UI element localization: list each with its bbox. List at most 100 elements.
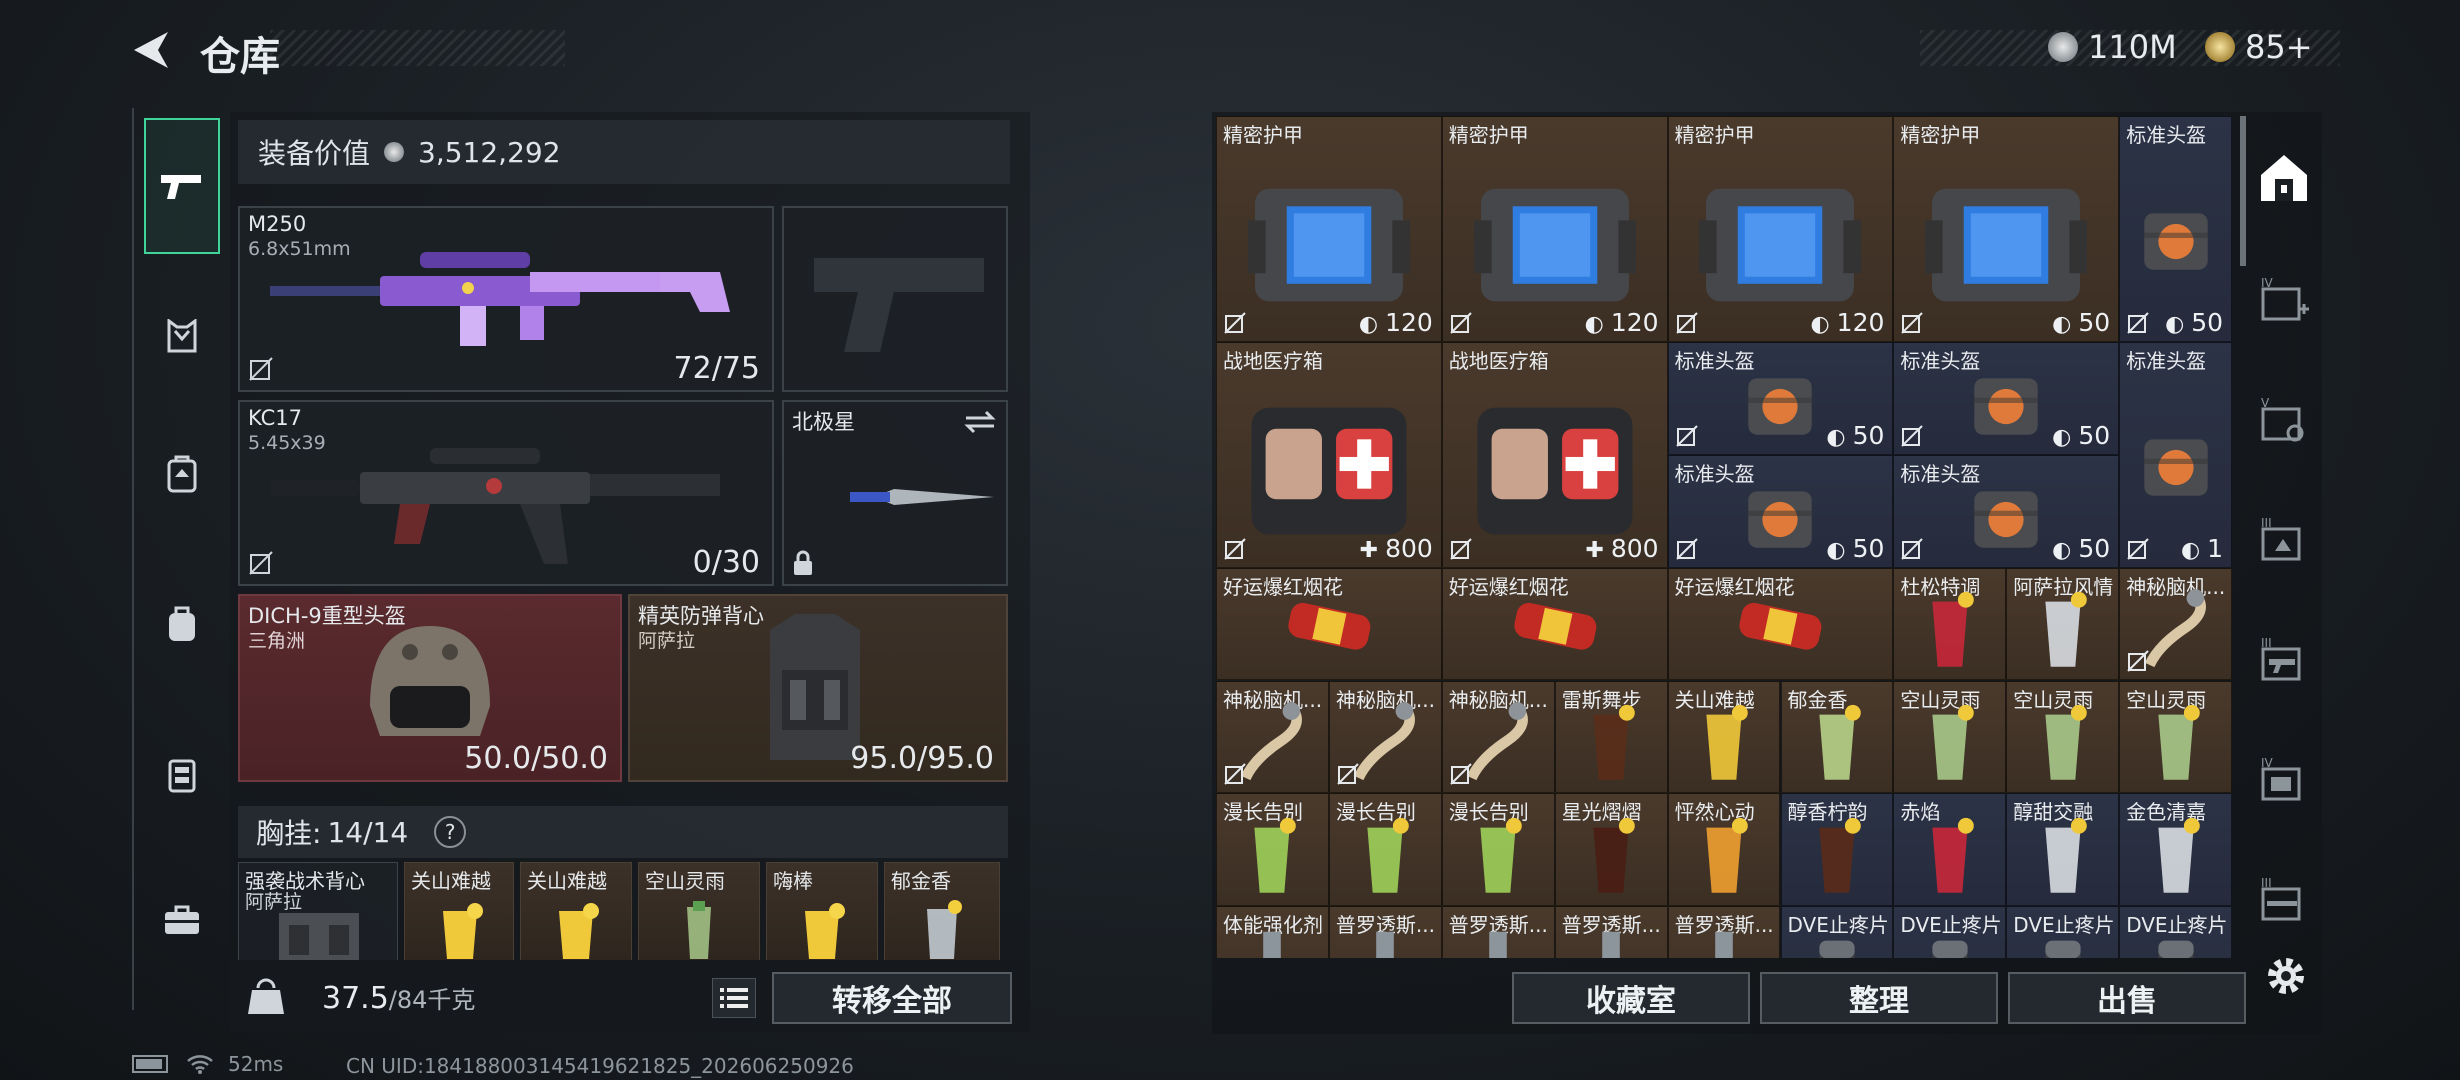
tab-stash-4[interactable]: III bbox=[2254, 510, 2314, 570]
stash-item[interactable]: 醇香柠韵 bbox=[1780, 793, 1894, 907]
shield-icon: ◐ bbox=[1358, 311, 1386, 337]
stash-item[interactable]: 标准头盔 ◐ 50 bbox=[1667, 341, 1894, 455]
stash-item[interactable]: DVE止疼片 bbox=[2119, 906, 2233, 958]
tab-stash-2[interactable]: IV bbox=[2254, 270, 2314, 330]
stash-item[interactable]: 金色清嘉 bbox=[2119, 793, 2233, 907]
tab-vest[interactable] bbox=[144, 298, 220, 374]
tab-toolbox[interactable] bbox=[144, 882, 220, 958]
chest-item[interactable]: 嗨棒 bbox=[766, 862, 878, 962]
stash-item[interactable]: 空山灵雨 bbox=[2119, 680, 2233, 794]
tab-stash-7[interactable]: III bbox=[2254, 870, 2314, 930]
stash-item[interactable]: 神秘脑机... bbox=[1216, 680, 1329, 794]
tab-all-stash[interactable] bbox=[2254, 148, 2314, 208]
primary-weapon-slot[interactable]: M250 6.8x51mm 72/75 bbox=[238, 206, 774, 392]
list-view-button[interactable] bbox=[712, 978, 756, 1018]
stash-tabs: IV V III III IV III bbox=[2246, 120, 2322, 990]
stash-item[interactable]: 赤焰 bbox=[1893, 793, 2007, 907]
stash-item[interactable]: 好运爆红烟花 bbox=[1441, 567, 1668, 681]
stash-item[interactable]: 体能强化剂 bbox=[1216, 906, 1329, 958]
chest-item[interactable]: 空山灵雨 bbox=[638, 862, 760, 962]
gold-amount: 85+ bbox=[2245, 28, 2313, 66]
stash-item[interactable]: 怦然心动 bbox=[1667, 793, 1781, 907]
stash-item[interactable]: 漫长告别 bbox=[1216, 793, 1329, 907]
drink-icon bbox=[1819, 705, 1861, 781]
chest-item[interactable]: 关山难越 bbox=[520, 862, 632, 962]
stash-item[interactable]: 好运爆红烟花 bbox=[1216, 567, 1442, 681]
sell-button[interactable]: 出售 bbox=[2008, 972, 2246, 1024]
stash-item[interactable]: 关山难越 bbox=[1667, 680, 1781, 794]
stash-item[interactable]: 战地医疗箱 ✚ 800 bbox=[1441, 341, 1668, 568]
tab-case[interactable] bbox=[144, 736, 220, 812]
tab-backpack[interactable] bbox=[144, 436, 220, 512]
stash-item[interactable]: 神秘脑机... bbox=[2119, 567, 2233, 681]
stash-item[interactable]: 漫长告别 bbox=[1328, 793, 1442, 907]
stash-item[interactable]: 阿萨拉风情 bbox=[2006, 567, 2120, 681]
gear-icon[interactable] bbox=[2262, 952, 2310, 1000]
tab-stash-3[interactable]: V bbox=[2254, 390, 2314, 450]
plus-icon: ✚ bbox=[1359, 537, 1386, 563]
stash-item[interactable]: 普罗透斯... bbox=[1667, 906, 1781, 958]
transfer-all-button[interactable]: 转移全部 bbox=[772, 972, 1012, 1024]
pistol-slot[interactable] bbox=[782, 206, 1008, 392]
stash-item[interactable]: 普罗透斯... bbox=[1554, 906, 1668, 958]
stash-item[interactable]: 标准头盔 ◐ 50 bbox=[1893, 341, 2120, 455]
tab-weapons[interactable] bbox=[144, 118, 220, 254]
stash-item[interactable]: DVE止疼片 bbox=[1893, 906, 2007, 958]
stash-item[interactable]: 神秘脑机... bbox=[1328, 680, 1442, 794]
stash-item[interactable]: 标准头盔 ◐ 1 bbox=[2119, 341, 2233, 568]
stash-item[interactable]: 战地医疗箱 ✚ 800 bbox=[1216, 341, 1442, 568]
back-arrow-icon[interactable] bbox=[128, 28, 176, 72]
drink-icon bbox=[1367, 818, 1410, 894]
stash-item[interactable]: 空山灵雨 bbox=[1893, 680, 2007, 794]
stash-item[interactable]: 标准头盔 ◐ 50 bbox=[2119, 116, 2233, 342]
plus-icon: ✚ bbox=[1585, 537, 1611, 563]
stash-item[interactable]: 标准头盔 ◐ 50 bbox=[1893, 454, 2120, 568]
drink-icon bbox=[1706, 818, 1748, 894]
collection-room-button[interactable]: 收藏室 bbox=[1512, 972, 1750, 1024]
chest-item[interactable]: 关山难越 bbox=[404, 862, 514, 962]
melee-slot[interactable]: 北极星 bbox=[782, 400, 1008, 586]
stash-item[interactable]: 精密护甲 ◐ 120 bbox=[1441, 116, 1668, 342]
stash-item[interactable]: 精密护甲 ◐ 50 bbox=[1893, 116, 2120, 342]
stash-item[interactable]: 神秘脑机... bbox=[1441, 680, 1555, 794]
tab-stash-6[interactable]: IV bbox=[2254, 750, 2314, 810]
stash-item[interactable]: 星光熠熠 bbox=[1554, 793, 1668, 907]
pill-bottle-icon bbox=[2158, 940, 2194, 958]
pill-bottle-icon bbox=[1819, 940, 1855, 958]
stash-item[interactable]: 郁金香 bbox=[1780, 680, 1894, 794]
helmet-slot[interactable]: DICH-9重型头盔 三角洲 50.0/50.0 bbox=[238, 594, 622, 782]
primary-ammo: 72/75 bbox=[673, 351, 760, 386]
stash-item[interactable]: 雷斯舞步 bbox=[1554, 680, 1668, 794]
stash-item[interactable]: DVE止疼片 bbox=[2006, 906, 2120, 958]
sort-button[interactable]: 整理 bbox=[1760, 972, 1998, 1024]
stash-item[interactable]: 精密护甲 ◐ 120 bbox=[1667, 116, 1894, 342]
armor-slot[interactable]: 精英防弹背心 阿萨拉 95.0/95.0 bbox=[628, 594, 1008, 782]
stash-item[interactable]: 精密护甲 ◐ 120 bbox=[1216, 116, 1442, 342]
tactical-vest-image bbox=[279, 913, 359, 963]
stash-item[interactable]: 杜松特调 bbox=[1893, 567, 2007, 681]
stash-item[interactable]: 标准头盔 ◐ 50 bbox=[1667, 454, 1894, 568]
stash-item[interactable]: 好运爆红烟花 bbox=[1667, 567, 1894, 681]
stash-item[interactable]: 普罗透斯... bbox=[1441, 906, 1555, 958]
secondary-weapon-slot[interactable]: KC17 5.45x39 0/30 bbox=[238, 400, 774, 586]
knife-image bbox=[794, 489, 994, 505]
stash-item[interactable]: 普罗透斯... bbox=[1328, 906, 1442, 958]
chest-item[interactable]: 郁金香 bbox=[884, 862, 1000, 962]
gold-currency: 85+ bbox=[2205, 28, 2313, 66]
stash-item[interactable]: DVE止疼片 bbox=[1780, 906, 1894, 958]
swap-icon[interactable] bbox=[964, 410, 996, 434]
stash-item[interactable]: 空山灵雨 bbox=[2006, 680, 2120, 794]
durability-value: 50 bbox=[2078, 307, 2111, 337]
syringe-icon bbox=[1715, 931, 1733, 958]
chest-help-button[interactable]: ? bbox=[434, 816, 467, 848]
shield-icon: ◐ bbox=[2180, 537, 2208, 563]
no-trade-icon bbox=[2127, 650, 2149, 673]
drink-icon bbox=[1932, 818, 1974, 894]
tab-bag[interactable] bbox=[144, 586, 220, 662]
chest-rig-item[interactable]: 强袭战术背心 阿萨拉 bbox=[238, 862, 398, 963]
tab-stash-5[interactable]: III bbox=[2254, 630, 2314, 690]
stash-item[interactable]: 醇甜交融 bbox=[2006, 793, 2120, 907]
stash-item[interactable]: 漫长告别 bbox=[1441, 793, 1555, 907]
page-title: 仓库 bbox=[200, 34, 280, 80]
pistol-icon bbox=[161, 175, 201, 199]
